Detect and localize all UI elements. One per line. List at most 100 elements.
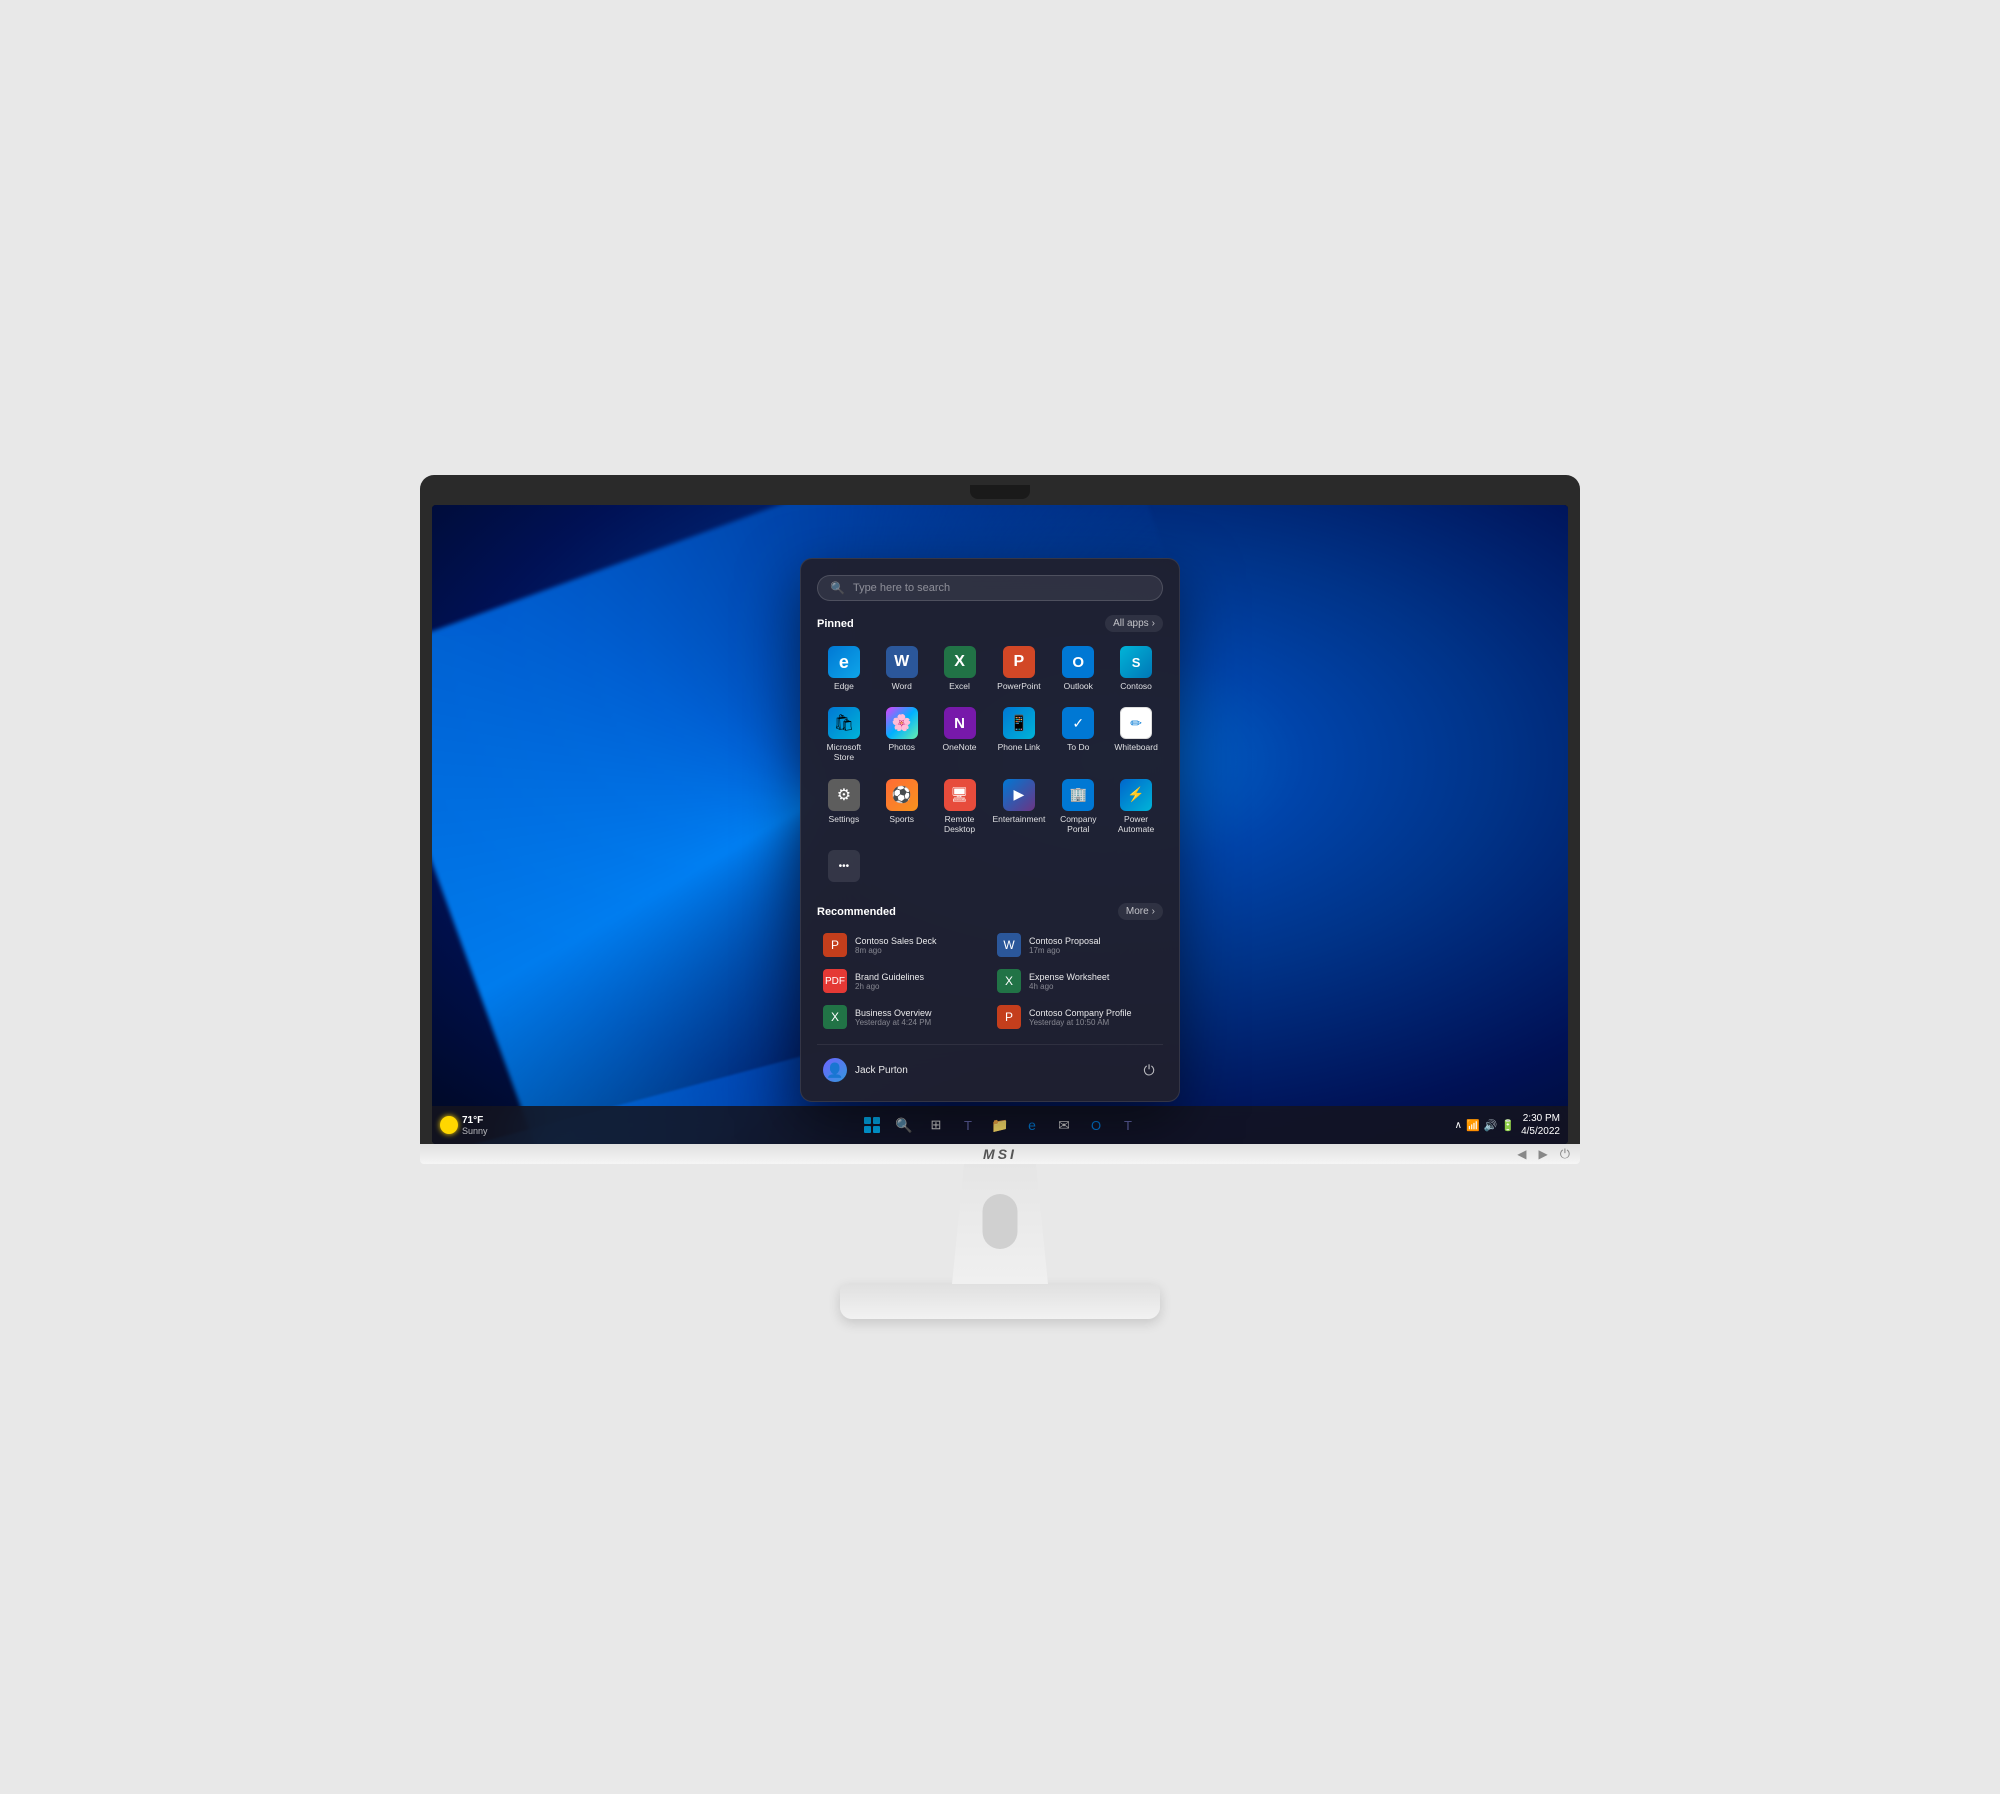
whiteboard-label: Whiteboard (1114, 742, 1157, 752)
start-menu: 🔍 Type here to search Pinned All apps › (800, 558, 1180, 1102)
weather-sun-icon (440, 1116, 458, 1134)
taskbar-search-icon: 🔍 (895, 1117, 912, 1134)
app-companyportal[interactable]: 🏢 Company Portal (1051, 773, 1105, 840)
teams-icon: T (964, 1118, 972, 1133)
remotedesktop-icon: 🖥 (944, 779, 976, 811)
app-powerpoint[interactable]: P PowerPoint (990, 640, 1047, 697)
rec-item-business-overview[interactable]: X Business Overview Yesterday at 4:24 PM (817, 1000, 989, 1034)
screen: 🔍 Type here to search Pinned All apps › (432, 505, 1568, 1144)
rec-item-contoso-sales[interactable]: P Contoso Sales Deck 8m ago (817, 928, 989, 962)
app-excel[interactable]: X Excel (933, 640, 987, 697)
more-button[interactable]: More › (1118, 903, 1163, 920)
pinned-label: Pinned (817, 618, 854, 630)
app-todo[interactable]: ✓ To Do (1051, 701, 1105, 768)
user-info[interactable]: 👤 Jack Purton (817, 1055, 914, 1085)
webcam-bar (432, 485, 1568, 499)
app-onenote[interactable]: N OneNote (933, 701, 987, 768)
taskbar-center: 🔍 ⊞ T 📁 (857, 1110, 1143, 1140)
search-input[interactable]: Type here to search (853, 582, 1150, 594)
app-edge[interactable]: e Edge (817, 640, 871, 697)
taskbar-edge-button[interactable]: e (1017, 1110, 1047, 1140)
windows-logo-icon (864, 1117, 880, 1133)
edge-icon: e (828, 646, 860, 678)
rec-item-contoso-proposal[interactable]: W Contoso Proposal 17m ago (991, 928, 1163, 962)
app-photos[interactable]: 🌸 Photos (875, 701, 929, 768)
rec-item-contoso-company[interactable]: P Contoso Company Profile Yesterday at 1… (991, 1000, 1163, 1034)
start-button[interactable] (857, 1110, 887, 1140)
excel-label: Excel (949, 681, 970, 691)
rec-contoso-company-name: Contoso Company Profile (1029, 1008, 1132, 1018)
rec-item-brand-guidelines[interactable]: PDF Brand Guidelines 2h ago (817, 964, 989, 998)
nav-power-icon[interactable]: ⏻ (1560, 1146, 1570, 1162)
user-avatar: 👤 (823, 1058, 847, 1082)
app-powerautomate[interactable]: ⚡ Power Automate (1109, 773, 1163, 840)
rec-contoso-proposal-name: Contoso Proposal (1029, 936, 1101, 946)
settings-label: Settings (829, 814, 860, 824)
app-outlook[interactable]: O Outlook (1051, 640, 1105, 697)
rec-business-overview-icon: X (823, 1005, 847, 1029)
recommended-header: Recommended More › (817, 903, 1163, 920)
taskbar-outlook-button[interactable]: O (1081, 1110, 1111, 1140)
taskbar-teams-button[interactable]: T (953, 1110, 983, 1140)
stand-neck (940, 1164, 1060, 1284)
user-name: Jack Purton (855, 1065, 908, 1076)
more-dots-icon: ••• (828, 850, 860, 882)
rec-expense-worksheet-name: Expense Worksheet (1029, 972, 1109, 982)
monitor-bottom-wrap: MSI ◀ ▶ ⏻ (420, 1144, 1580, 1164)
volume-icon: 🔊 (1484, 1119, 1498, 1132)
companyportal-icon: 🏢 (1062, 779, 1094, 811)
app-sports[interactable]: ⚽ Sports (875, 773, 929, 840)
taskbar-search-button[interactable]: 🔍 (889, 1110, 919, 1140)
app-more-dots[interactable]: ••• (817, 844, 871, 891)
app-msstore[interactable]: 🛍 Microsoft Store (817, 701, 871, 768)
nav-left-icon[interactable]: ◀ (1517, 1147, 1526, 1161)
entertainment-icon: ▶ (1003, 779, 1035, 811)
weather-info: 71°F Sunny (462, 1115, 488, 1136)
onenote-label: OneNote (943, 742, 977, 752)
taskbar-taskview-button[interactable]: ⊞ (921, 1110, 951, 1140)
word-icon: W (886, 646, 918, 678)
search-bar[interactable]: 🔍 Type here to search (817, 575, 1163, 601)
start-bottom: 👤 Jack Purton ⏻ (817, 1044, 1163, 1085)
rec-business-overview-name: Business Overview (855, 1008, 932, 1018)
clock-time: 2:30 PM (1521, 1112, 1560, 1125)
taskbar-explorer-button[interactable]: 📁 (985, 1110, 1015, 1140)
weather-widget[interactable]: 71°F Sunny (440, 1115, 488, 1136)
search-icon: 🔍 (830, 581, 845, 595)
powerpoint-label: PowerPoint (997, 681, 1040, 691)
taskbar-mail-button[interactable]: ✉ (1049, 1110, 1079, 1140)
nav-right-icon[interactable]: ▶ (1538, 1147, 1547, 1161)
app-entertainment[interactable]: ▶ Entertainment (990, 773, 1047, 840)
pinned-section: Pinned All apps › e (817, 615, 1163, 891)
rec-item-expense-worksheet[interactable]: X Expense Worksheet 4h ago (991, 964, 1163, 998)
app-contoso[interactable]: S Contoso (1109, 640, 1163, 697)
pinned-header: Pinned All apps › (817, 615, 1163, 632)
system-tray[interactable]: ∧ 📶 🔊 🔋 (1455, 1119, 1515, 1132)
app-word[interactable]: W Word (875, 640, 929, 697)
monitor-bottom: MSI ◀ ▶ ⏻ (420, 1144, 1580, 1164)
app-whiteboard[interactable]: ✏ Whiteboard (1109, 701, 1163, 768)
app-remotedesktop[interactable]: 🖥 Remote Desktop (933, 773, 987, 840)
rec-contoso-proposal-time: 17m ago (1029, 946, 1101, 955)
powerpoint-icon: P (1003, 646, 1035, 678)
taskbar-teams2-button[interactable]: T (1113, 1110, 1143, 1140)
rec-brand-guidelines-icon: PDF (823, 969, 847, 993)
all-apps-button[interactable]: All apps › (1105, 615, 1163, 632)
power-button[interactable]: ⏻ (1135, 1056, 1163, 1084)
whiteboard-icon: ✏ (1120, 707, 1152, 739)
recommended-section: Recommended More › P (817, 903, 1163, 1034)
msi-logo: MSI (983, 1146, 1017, 1162)
recommended-label: Recommended (817, 906, 896, 918)
teams2-icon: T (1124, 1118, 1132, 1133)
app-settings[interactable]: ⚙ Settings (817, 773, 871, 840)
taskbar-right: ∧ 📶 🔊 🔋 2:30 PM 4/5/2022 (1455, 1112, 1560, 1138)
app-phonelink[interactable]: 📱 Phone Link (990, 701, 1047, 768)
battery-icon: 🔋 (1501, 1119, 1515, 1132)
entertainment-label: Entertainment (992, 814, 1045, 824)
rec-contoso-sales-icon: P (823, 933, 847, 957)
monitor-assembly: 🔍 Type here to search Pinned All apps › (420, 475, 1580, 1319)
taskbar-left: 71°F Sunny (440, 1115, 488, 1136)
clock[interactable]: 2:30 PM 4/5/2022 (1521, 1112, 1560, 1138)
rec-contoso-proposal-icon: W (997, 933, 1021, 957)
webcam (970, 485, 1030, 499)
